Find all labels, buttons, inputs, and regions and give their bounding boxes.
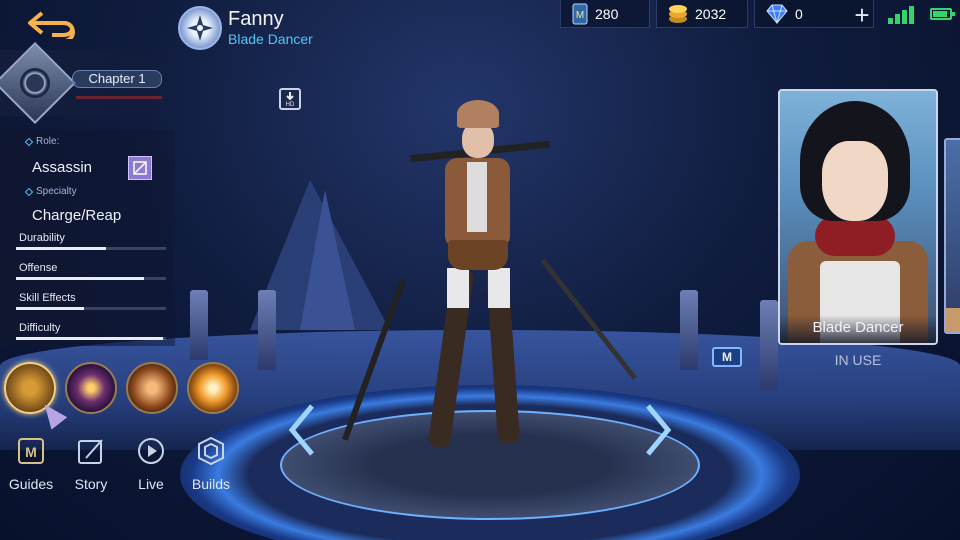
hero-title: Blade Dancer xyxy=(228,31,313,47)
hero-shirt xyxy=(467,162,487,232)
nav-builds[interactable]: Builds xyxy=(186,434,236,492)
chapter-progress xyxy=(76,96,162,99)
assassin-role-icon xyxy=(128,156,152,180)
chevron-right-icon xyxy=(646,404,672,456)
hero-name: Fanny xyxy=(228,8,284,30)
skin-art-face xyxy=(822,141,888,221)
hero-thigh xyxy=(447,268,469,308)
stat-durability: Durability xyxy=(16,232,166,250)
chapter-banner[interactable]: Chapter 1 xyxy=(0,41,178,125)
hero-skirt xyxy=(448,240,508,270)
diamond-icon xyxy=(766,4,788,24)
stat-bar xyxy=(16,277,166,280)
stat-bar xyxy=(16,337,166,340)
gold-counter[interactable]: 2032 xyxy=(656,0,748,28)
diamond-count: 0 xyxy=(795,5,803,22)
stat-fill xyxy=(16,247,106,250)
chapter-emblem-core xyxy=(20,68,50,98)
hero-hat xyxy=(457,100,499,128)
ticket-icon: M xyxy=(572,3,588,24)
nav-guides[interactable]: M Guides xyxy=(6,434,56,492)
assassin-shuriken-icon xyxy=(178,6,222,50)
ice-pillar xyxy=(680,290,698,370)
ice-pillar xyxy=(258,290,276,370)
chevron-left-icon xyxy=(288,404,314,456)
role-heading: Role: xyxy=(24,136,59,147)
skill-steel-cable-icon[interactable] xyxy=(126,362,178,414)
skin-name: Blade Dancer xyxy=(780,315,936,343)
hd-download-icon: HD xyxy=(286,92,295,107)
stat-fill xyxy=(16,277,144,280)
stat-fill xyxy=(16,307,84,310)
ice-pillar xyxy=(190,290,208,360)
signal-strength-icon xyxy=(888,6,914,24)
diamond-bullet-icon xyxy=(24,187,34,196)
live-play-icon xyxy=(134,434,168,468)
hero-info-nav: M Guides Story Live Builds xyxy=(6,434,236,492)
back-arrow-icon xyxy=(28,11,75,39)
nav-live[interactable]: Live xyxy=(126,434,176,492)
skin-status: IN USE xyxy=(834,352,882,368)
skin-card[interactable]: Blade Dancer xyxy=(778,89,938,345)
stat-bar xyxy=(16,247,166,250)
next-skin-arrow[interactable] xyxy=(638,400,678,460)
previous-skin-arrow[interactable] xyxy=(282,400,322,460)
topup-plus-button[interactable]: + xyxy=(850,2,874,28)
hero-header: Fanny Blade Dancer xyxy=(178,6,313,50)
story-quill-icon xyxy=(74,434,108,468)
svg-text:M: M xyxy=(25,444,37,460)
builds-emblem-icon xyxy=(194,434,228,468)
stat-fill xyxy=(16,337,163,340)
specialty-value: Charge/Reap xyxy=(32,207,122,224)
gold-count: 2032 xyxy=(695,5,727,22)
stat-difficulty: Difficulty xyxy=(16,322,166,340)
hd-download-button[interactable]: HD xyxy=(279,88,301,110)
svg-text:M: M xyxy=(576,10,584,21)
specialty-heading: Specialty xyxy=(24,186,77,197)
next-skin-card[interactable] xyxy=(944,138,960,334)
m-badge-button[interactable]: M xyxy=(712,347,742,367)
skill-cut-throat-icon[interactable] xyxy=(187,362,239,414)
currency-bar: M 280 2032 0 xyxy=(560,0,874,30)
nav-story[interactable]: Story xyxy=(66,434,116,492)
back-button[interactable] xyxy=(20,6,84,42)
skill-tornado-strike-icon[interactable] xyxy=(65,362,117,414)
diamond-bullet-icon xyxy=(24,137,34,146)
stat-offense: Offense xyxy=(16,262,166,280)
chapter-label: Chapter 1 xyxy=(72,70,162,88)
ticket-counter[interactable]: M 280 xyxy=(560,0,650,28)
stat-skill-effects: Skill Effects xyxy=(16,292,166,310)
mountain-peak xyxy=(300,190,355,330)
gold-coin-icon xyxy=(669,4,687,23)
hero-attributes-panel: Role: Assassin Specialty Charge/Reap Dur… xyxy=(0,130,175,346)
svg-text:HD: HD xyxy=(286,102,295,107)
ticket-count: 280 xyxy=(595,5,619,22)
hero-thigh xyxy=(488,268,510,308)
battery-icon xyxy=(930,8,955,20)
skin-art-scarf xyxy=(815,216,895,256)
ice-pillar xyxy=(760,300,778,390)
stat-bar xyxy=(16,307,166,310)
guides-book-icon: M xyxy=(14,434,48,468)
role-value: Assassin xyxy=(32,159,93,176)
hero-model[interactable] xyxy=(342,100,637,460)
skill-list xyxy=(4,362,239,414)
